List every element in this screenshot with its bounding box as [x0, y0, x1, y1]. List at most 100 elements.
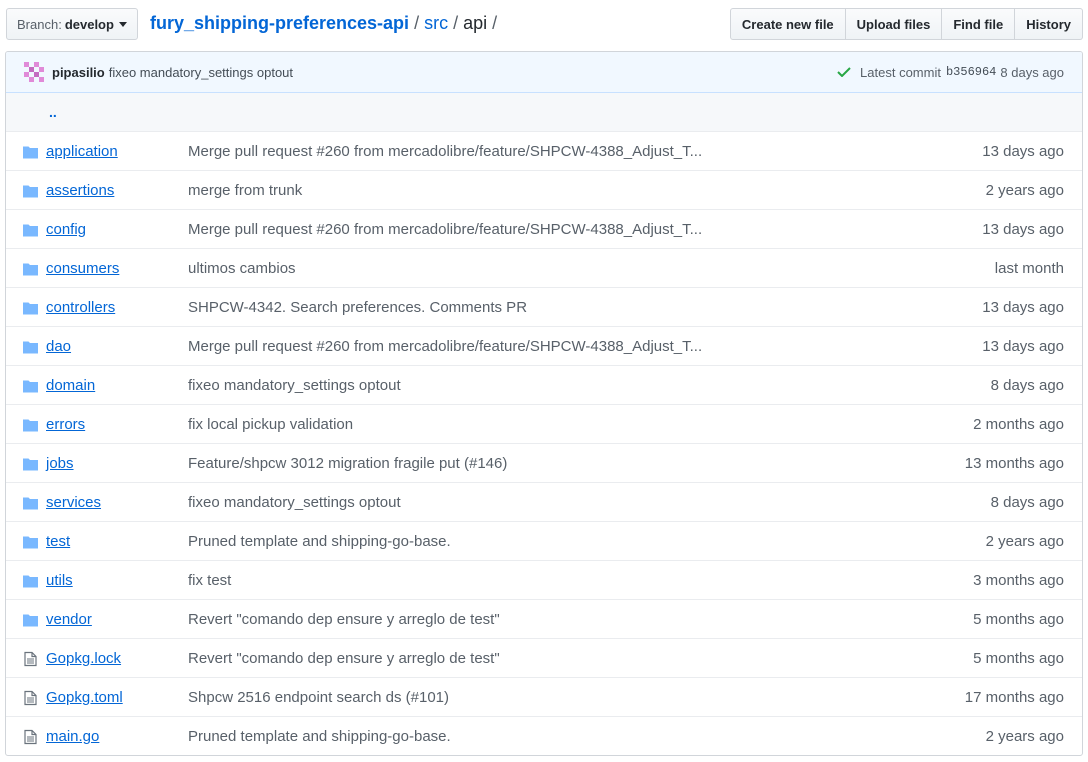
- file-icon: [24, 690, 37, 706]
- directory-link[interactable]: consumers: [46, 260, 119, 277]
- commit-age: 8 days ago: [990, 376, 1064, 394]
- breadcrumb-repo-link[interactable]: fury_shipping-preferences-api: [150, 10, 409, 36]
- file-link[interactable]: Gopkg.toml: [46, 689, 123, 706]
- breadcrumb-current: api: [463, 13, 488, 33]
- parent-directory-link[interactable]: ..: [49, 104, 57, 120]
- directory-link[interactable]: config: [46, 221, 86, 238]
- commit-message-link[interactable]: Merge pull request #260 from mercadolibr…: [188, 143, 702, 160]
- table-row: jobs Feature/shpcw 3012 migration fragile…: [6, 444, 1082, 483]
- commit-message-link[interactable]: ultimos cambios: [188, 260, 296, 277]
- commit-age: 2 months ago: [973, 415, 1064, 433]
- branch-name: develop: [64, 16, 114, 32]
- breadcrumb-separator: /: [492, 13, 498, 33]
- commit-age: 13 days ago: [982, 298, 1064, 316]
- commit-message-link[interactable]: Feature/shpcw 3012 migration fragile put…: [188, 455, 507, 472]
- table-row: Gopkg.toml Shpcw 2516 endpoint search ds …: [6, 678, 1082, 717]
- commit-message-link[interactable]: Pruned template and shipping-go-base.: [188, 533, 451, 550]
- folder-icon: [23, 380, 38, 393]
- commit-message-link[interactable]: fixeo mandatory_settings optout: [188, 377, 401, 394]
- commit-message-link[interactable]: merge from trunk: [188, 182, 302, 199]
- commit-age: 13 days ago: [982, 220, 1064, 238]
- commit-age: 13 months ago: [964, 454, 1064, 472]
- file-link[interactable]: main.go: [46, 728, 99, 745]
- folder-icon: [23, 575, 38, 588]
- file-actions: Create new file Upload files Find file H…: [729, 8, 1083, 40]
- folder-icon: [23, 224, 38, 237]
- breadcrumb-separator: /: [414, 13, 420, 33]
- folder-icon: [23, 614, 38, 627]
- commit-message-link[interactable]: Pruned template and shipping-go-base.: [188, 728, 451, 745]
- folder-icon: [23, 263, 38, 276]
- file-icon: [24, 651, 37, 667]
- history-button[interactable]: History: [1015, 8, 1083, 40]
- file-list: pipasilio fixeo mandatory_settings optou…: [5, 51, 1083, 756]
- table-row: consumers ultimos cambios last month: [6, 249, 1082, 288]
- folder-icon: [23, 146, 38, 159]
- latest-commit-bar: pipasilio fixeo mandatory_settings optou…: [6, 52, 1082, 93]
- directory-link[interactable]: errors: [46, 416, 85, 433]
- directory-link[interactable]: application: [46, 143, 118, 160]
- file-rows: application Merge pull request #260 from …: [6, 132, 1082, 755]
- table-row: assertions merge from trunk 2 years ago: [6, 171, 1082, 210]
- commit-message-link[interactable]: Merge pull request #260 from mercadolibr…: [188, 338, 702, 355]
- commit-message-link[interactable]: SHPCW-4342. Search preferences. Comments…: [188, 299, 527, 316]
- breadcrumb-separator: /: [453, 13, 459, 33]
- commit-age: 2 years ago: [985, 181, 1064, 199]
- table-row: controllers SHPCW-4342. Search preference…: [6, 288, 1082, 327]
- file-icon: [24, 729, 37, 745]
- folder-icon: [23, 302, 38, 315]
- parent-directory-row: ..: [6, 93, 1082, 132]
- commit-message-link[interactable]: Revert "comando dep ensure y arreglo de …: [188, 650, 500, 667]
- directory-link[interactable]: utils: [46, 572, 73, 589]
- table-row: application Merge pull request #260 from …: [6, 132, 1082, 171]
- commit-age: 8 days ago: [1000, 64, 1064, 80]
- commit-age: 17 months ago: [964, 688, 1064, 706]
- directory-link[interactable]: test: [46, 533, 70, 550]
- commit-message-link[interactable]: Shpcw 2516 endpoint search ds (#101): [188, 689, 449, 706]
- commit-sha-link[interactable]: b356964: [946, 65, 996, 79]
- file-link[interactable]: Gopkg.lock: [46, 650, 121, 667]
- table-row: test Pruned template and shipping-go-base…: [6, 522, 1082, 561]
- directory-link[interactable]: domain: [46, 377, 95, 394]
- table-row: vendor Revert "comando dep ensure y arreg…: [6, 600, 1082, 639]
- commit-message-link[interactable]: Revert "comando dep ensure y arreglo de …: [188, 611, 500, 628]
- folder-icon: [23, 536, 38, 549]
- commit-message-link[interactable]: fix test: [188, 572, 231, 589]
- branch-select-button[interactable]: Branch: develop: [6, 8, 138, 40]
- table-row: main.go Pruned template and shipping-go-b…: [6, 717, 1082, 755]
- create-new-file-button[interactable]: Create new file: [729, 8, 846, 40]
- find-file-button[interactable]: Find file: [942, 8, 1016, 40]
- breadcrumb: fury_shipping-preferences-api / src / ap…: [150, 10, 502, 36]
- directory-link[interactable]: services: [46, 494, 101, 511]
- commit-age: 2 years ago: [985, 532, 1064, 550]
- avatar[interactable]: [24, 62, 44, 82]
- table-row: config Merge pull request #260 from merca…: [6, 210, 1082, 249]
- commit-message-link[interactable]: fix local pickup validation: [188, 416, 353, 433]
- commit-author-link[interactable]: pipasilio: [52, 65, 105, 80]
- directory-link[interactable]: controllers: [46, 299, 115, 316]
- upload-files-button[interactable]: Upload files: [845, 8, 943, 40]
- table-row: utils fix test 3 months ago: [6, 561, 1082, 600]
- commit-age: 5 months ago: [973, 610, 1064, 628]
- commit-age: 13 days ago: [982, 337, 1064, 355]
- commit-age: last month: [994, 259, 1064, 277]
- table-row: dao Merge pull request #260 from mercadol…: [6, 327, 1082, 366]
- directory-link[interactable]: jobs: [46, 455, 74, 472]
- folder-icon: [23, 497, 38, 510]
- directory-link[interactable]: vendor: [46, 611, 92, 628]
- folder-icon: [23, 419, 38, 432]
- table-row: services fixeo mandatory_settings optout 8…: [6, 483, 1082, 522]
- commit-age: 3 months ago: [973, 571, 1064, 589]
- commit-message-link[interactable]: Merge pull request #260 from mercadolibr…: [188, 221, 702, 238]
- breadcrumb-src-link[interactable]: src: [424, 10, 448, 36]
- commit-age: 13 days ago: [982, 142, 1064, 160]
- commit-message-link[interactable]: fixeo mandatory_settings optout: [188, 494, 401, 511]
- caret-down-icon: [118, 22, 127, 27]
- directory-link[interactable]: assertions: [46, 182, 114, 199]
- commit-message-link[interactable]: fixeo mandatory_settings optout: [109, 65, 293, 80]
- folder-icon: [23, 185, 38, 198]
- check-icon[interactable]: [837, 67, 851, 77]
- directory-link[interactable]: dao: [46, 338, 71, 355]
- commit-age: 2 years ago: [985, 728, 1064, 745]
- table-row: errors fix local pickup validation 2 month…: [6, 405, 1082, 444]
